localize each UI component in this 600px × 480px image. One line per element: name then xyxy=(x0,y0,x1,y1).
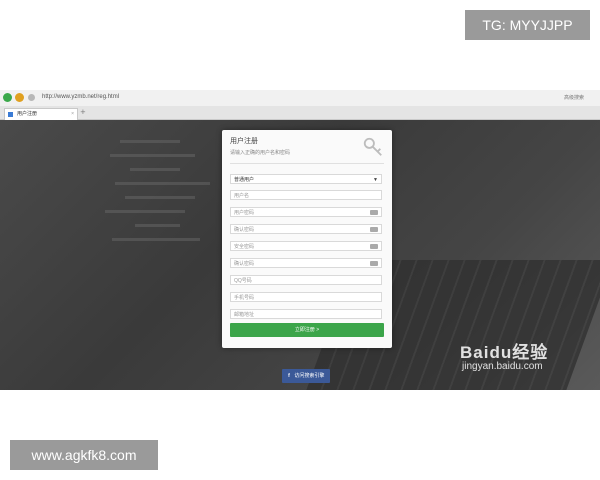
security-password-placeholder: 安全密码 xyxy=(234,244,255,250)
confirm-security-password-field[interactable]: 确认密码 xyxy=(230,258,382,268)
refresh-icon[interactable] xyxy=(3,93,12,102)
email-field[interactable]: 邮箱地址 xyxy=(230,309,382,319)
address-right-label[interactable]: 高级搜索 xyxy=(564,94,584,101)
tab-label: 用户注册 xyxy=(17,111,38,117)
facebook-button[interactable]: f 访问搜索引擎 xyxy=(282,369,330,383)
security-password-field[interactable]: 安全密码 xyxy=(230,241,382,251)
chevron-down-icon: ▼ xyxy=(373,177,378,183)
tab-register[interactable]: 用户注册 × xyxy=(4,108,78,120)
baidu-watermark: Baidu经验 jingyan.baidu.com xyxy=(460,338,570,378)
password-placeholder: 用户密码 xyxy=(234,210,255,216)
phone-placeholder: 手机号码 xyxy=(234,295,255,301)
facebook-icon: f xyxy=(288,373,290,379)
tab-strip: 用户注册 × + xyxy=(0,106,600,120)
register-button[interactable]: 立即注册 > xyxy=(230,323,384,337)
form-title: 用户注册 xyxy=(230,138,258,145)
new-tab-button[interactable]: + xyxy=(80,108,86,116)
site-badge: www.agkfk8.com xyxy=(10,440,158,470)
url-text[interactable]: http://www.yzmb.net/reg.html xyxy=(42,94,119,100)
register-card: 用户注册 请输入正确的用户名和密码 普通用户 ▼ 用户名 用户密码 确认密码 安… xyxy=(222,130,392,348)
confirm-password-placeholder: 确认密码 xyxy=(234,227,255,233)
back-icon[interactable] xyxy=(15,93,24,102)
qq-placeholder: QQ号码 xyxy=(234,278,252,284)
confirm-password-field[interactable]: 确认密码 xyxy=(230,224,382,234)
user-type-select[interactable]: 普通用户 ▼ xyxy=(230,174,382,184)
username-field[interactable]: 用户名 xyxy=(230,190,382,200)
email-placeholder: 邮箱地址 xyxy=(234,312,255,318)
page-favicon-icon xyxy=(8,112,13,117)
address-bar: http://www.yzmb.net/reg.html 高级搜索 xyxy=(0,90,600,107)
keyboard-icon[interactable] xyxy=(370,244,378,249)
facebook-label: 访问搜索引擎 xyxy=(294,373,325,379)
divider xyxy=(230,163,384,164)
form-subtitle: 请输入正确的用户名和密码 xyxy=(230,150,291,156)
username-placeholder: 用户名 xyxy=(234,193,250,199)
qq-field[interactable]: QQ号码 xyxy=(230,275,382,285)
password-field[interactable]: 用户密码 xyxy=(230,207,382,217)
key-icon xyxy=(363,137,382,156)
baidu-site: jingyan.baidu.com xyxy=(462,361,543,372)
confirm-security-placeholder: 确认密码 xyxy=(234,261,255,267)
keyboard-icon[interactable] xyxy=(370,227,378,232)
tg-badge: TG: MYYJJPP xyxy=(465,10,590,40)
phone-field[interactable]: 手机号码 xyxy=(230,292,382,302)
user-type-value: 普通用户 xyxy=(234,177,255,183)
secure-icon xyxy=(28,94,35,101)
keyboard-icon[interactable] xyxy=(370,261,378,266)
keyboard-icon[interactable] xyxy=(370,210,378,215)
baidu-logo: Baidu经验 xyxy=(460,343,549,362)
close-icon[interactable]: × xyxy=(71,109,74,120)
